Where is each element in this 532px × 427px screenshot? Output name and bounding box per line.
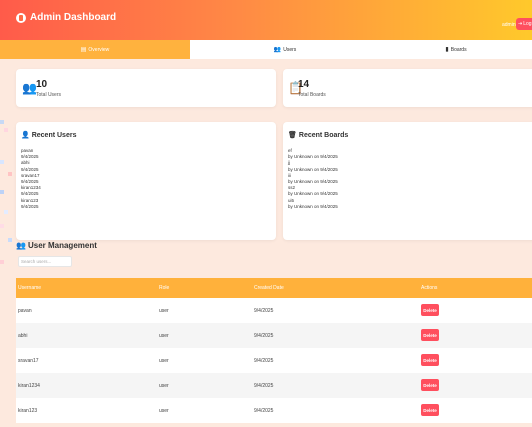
tab-label: Users [283,46,297,53]
app-title: Admin Dashboard [30,12,117,23]
table-row: sravan17 user 9/4/2025 Delete [16,348,532,373]
logout-icon: ⇥ [518,21,523,27]
stat-card-users: 👥 10 Total Users [16,69,276,107]
list-item: 9/4/2025 [21,203,39,209]
table-row: abhi user 9/4/2025 Delete [16,323,532,348]
recent-boards-list: ef by Unknown on 9/4/2025 jj by Unknown … [288,148,338,210]
stat-value: 14 [298,79,310,90]
cell-role: user [159,358,169,364]
tab-label: Boards [450,46,467,53]
delete-button[interactable]: Delete [421,354,439,366]
section-title-text: User Management [27,241,97,250]
tab-overview[interactable]: ▤ Overview [0,40,190,59]
cell-role: user [159,408,169,414]
recent-boards-card: 🗑 Recent Boards ef by Unknown on 9/4/202… [283,122,532,240]
cell-created: 9/4/2025 [254,383,274,389]
top-bar: Admin Dashboard admin ⇥ Log [0,0,532,40]
stat-card-boards: 📋 14 Total Boards [283,69,532,107]
card-title: 👤 Recent Users [21,131,77,140]
search-input[interactable] [18,256,72,267]
table-row: kiran1234 user 9/4/2025 Delete [16,373,532,398]
chart-icon: ▤ [80,47,87,53]
cell-role: user [159,308,169,314]
recent-users-list: pavan 9/4/2025 abhi 9/4/2025 sravan17 9/… [21,148,41,210]
cell-created: 9/4/2025 [254,358,274,364]
tab-users[interactable]: 👥 Users [190,40,380,59]
user-icon: 👤 [21,132,30,139]
trash-icon: 🗑 [288,132,297,139]
card-title-text: Recent Users [31,131,77,139]
recent-users-card: 👤 Recent Users pavan 9/4/2025 abhi 9/4/2… [16,122,276,240]
card-title: 🗑 Recent Boards [288,131,349,140]
tab-bar: ▤ Overview 👥 Users ▮ Boards [0,40,532,59]
list-item: by Unknown on 9/4/2025 [288,179,338,185]
cell-created: 9/4/2025 [254,333,274,339]
list-item: kiran123 [21,197,39,203]
admin-username: admin [502,22,516,28]
brand: Admin Dashboard [16,12,116,23]
tab-boards[interactable]: ▮ Boards [380,40,532,59]
stat-value: 10 [36,79,48,90]
shield-icon [16,12,26,23]
delete-button[interactable]: Delete [421,304,439,316]
list-item: 9/4/2025 [21,166,39,172]
cell-username: abhi [18,333,28,339]
logout-button[interactable]: ⇥ Log [516,18,532,30]
stat-label: Total Users [36,92,62,98]
table-row: pavan user 9/4/2025 Delete [16,298,532,323]
users-icon: 👥 [16,241,26,250]
board-icon: ▮ [445,47,449,53]
cell-username: kiran1234 [18,383,40,389]
logout-label: Log [523,21,532,27]
delete-button[interactable]: Delete [421,404,439,416]
users-icon: 👥 [22,81,37,95]
table-header: Username Role Created Date Actions [16,278,532,298]
delete-button[interactable]: Delete [421,379,439,391]
stat-label: Total Boards [298,92,326,98]
cell-username: sravan17 [18,358,39,364]
column-header-role: Role [159,285,170,291]
table-row: kiran123 user 9/4/2025 Delete [16,398,532,423]
cell-created: 9/4/2025 [254,308,274,314]
tab-label: Overview [88,46,110,53]
column-header-created: Created Date [254,285,284,291]
list-item: by Unknown on 9/4/2025 [288,203,338,209]
cell-created: 9/4/2025 [254,408,274,414]
list-item: by Unknown on 9/4/2025 [288,166,338,172]
list-item: by Unknown on 9/4/2025 [288,154,338,160]
decorative-mosaic [0,120,16,280]
cell-username: pavan [18,308,32,314]
delete-button[interactable]: Delete [421,329,439,341]
list-item: 9/4/2025 [21,191,39,197]
section-title: 👥 User Management [16,241,97,250]
cell-role: user [159,333,169,339]
card-title-text: Recent Boards [298,131,349,139]
cell-username: kiran123 [18,408,38,414]
column-header-username: Username [18,285,42,291]
users-icon: 👥 [273,47,282,53]
column-header-actions: Actions [421,285,438,291]
cell-role: user [159,383,169,389]
list-item: by Unknown on 9/4/2025 [288,191,338,197]
